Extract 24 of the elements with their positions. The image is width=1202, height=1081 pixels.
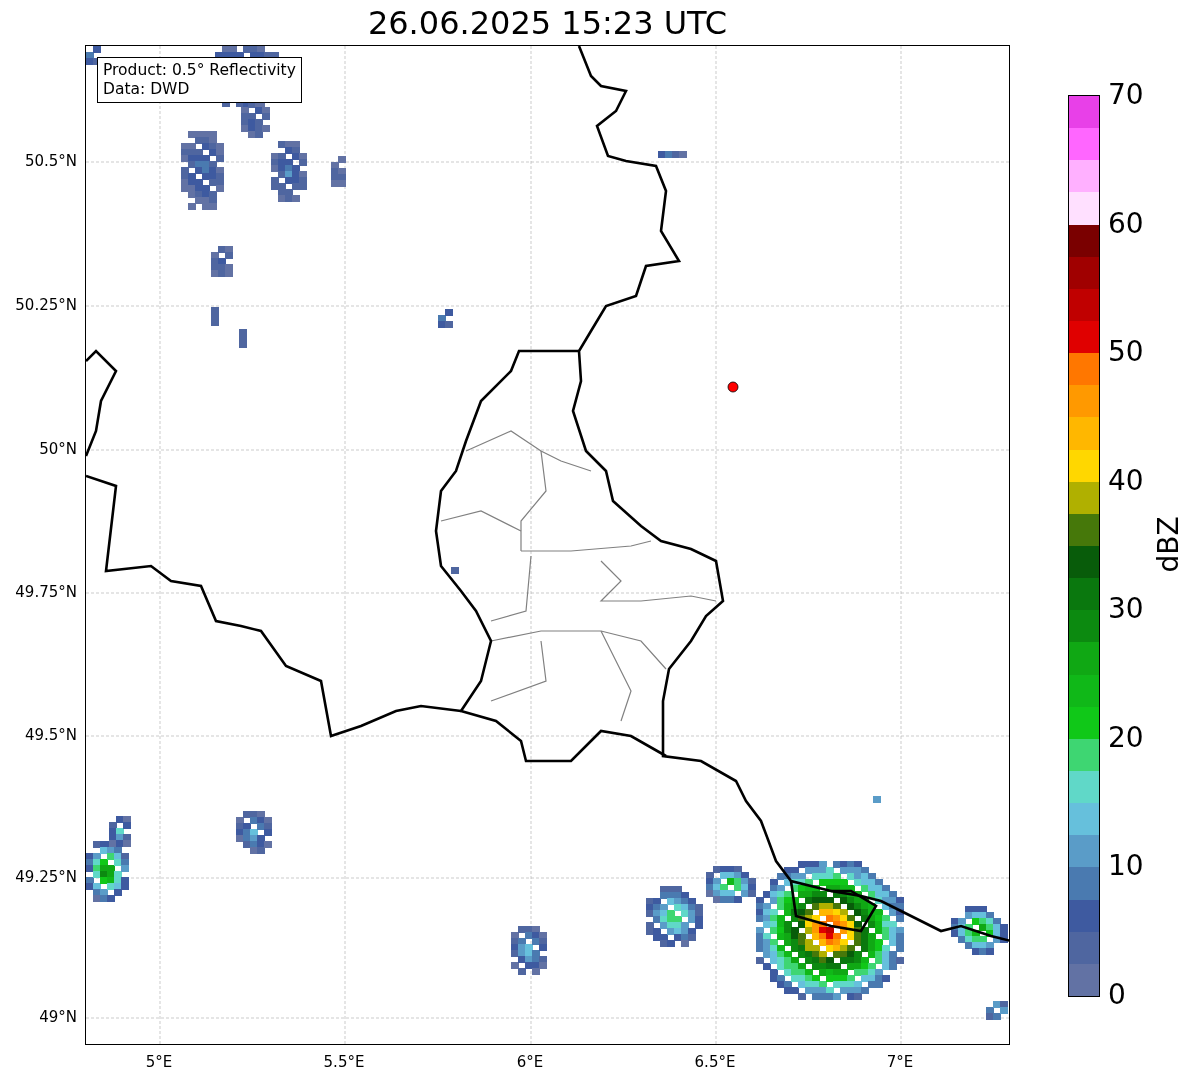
longitude-label: 5.5°E [322,1053,366,1071]
scale-unit-label: dBZ [1151,516,1185,573]
chart-title: 26.06.2025 15:23 UTC [367,3,728,43]
latitude-label: 50.5°N [24,152,77,170]
scale-tick-label: 40 [1108,463,1144,498]
scale-tick-label: 50 [1108,335,1144,370]
info-text: Data: DWD [103,80,191,99]
info-text: Product: 0.5° Reflectivity [103,61,296,80]
latitude-label: 50.25°N [15,296,77,314]
latitude-label: 50°N [39,440,77,458]
latitude-label: 49.5°N [24,726,77,744]
scale-tick-label: 10 [1108,849,1144,884]
scale-tick-label: 60 [1108,206,1144,241]
latitude-label: 49.75°N [15,583,77,601]
scale-tick-label: 0 [1108,978,1126,1012]
longitude-label: 6.5°E [693,1053,737,1071]
longitude-label: 7°E [885,1053,915,1071]
longitude-label: 6°E [515,1053,545,1071]
latitude-label: 49.25°N [15,868,77,886]
scale-tick-label: 20 [1108,720,1144,755]
latitude-label: 49°N [39,1008,77,1026]
longitude-label: 5°E [144,1053,174,1071]
scale-tick-label: 30 [1108,592,1144,627]
scale-tick-label: 70 [1108,78,1144,112]
